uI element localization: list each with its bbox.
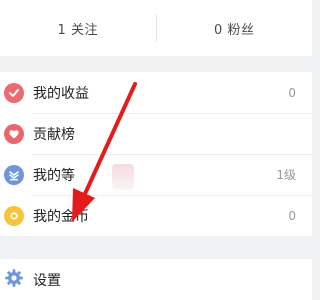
level-icon	[4, 164, 24, 185]
menu-item-settings[interactable]: 设置	[0, 259, 312, 300]
settings-label: 设置	[33, 272, 61, 289]
check-icon	[4, 82, 24, 103]
menu-list: 我的收益 0 贡献榜 我的等 1级 我的金币 0	[0, 72, 312, 236]
followers-count[interactable]: 0 粉丝	[157, 19, 313, 38]
menu-item-label: 我的金币	[33, 208, 89, 225]
settings-section: 设置	[0, 259, 312, 300]
menu-item-level[interactable]: 我的等 1级	[0, 154, 312, 195]
menu-item-earnings[interactable]: 我的收益 0	[0, 72, 312, 113]
menu-item-label: 我的等	[33, 167, 75, 184]
heart-icon	[4, 123, 24, 144]
blurred-mark	[112, 164, 134, 190]
stats-bar: 1 关注 0 粉丝	[0, 0, 312, 56]
menu-item-value: 1级	[276, 168, 296, 182]
gear-icon	[4, 268, 24, 288]
menu-item-contribution[interactable]: 贡献榜	[0, 113, 312, 154]
menu-item-value: 0	[288, 208, 296, 223]
menu-item-value: 0	[288, 85, 296, 100]
menu-item-label: 贡献榜	[33, 126, 75, 143]
coin-icon	[4, 205, 24, 226]
following-count[interactable]: 1 关注	[0, 19, 156, 38]
menu-item-label: 我的收益	[33, 85, 89, 102]
menu-item-coins[interactable]: 我的金币 0	[0, 195, 312, 236]
